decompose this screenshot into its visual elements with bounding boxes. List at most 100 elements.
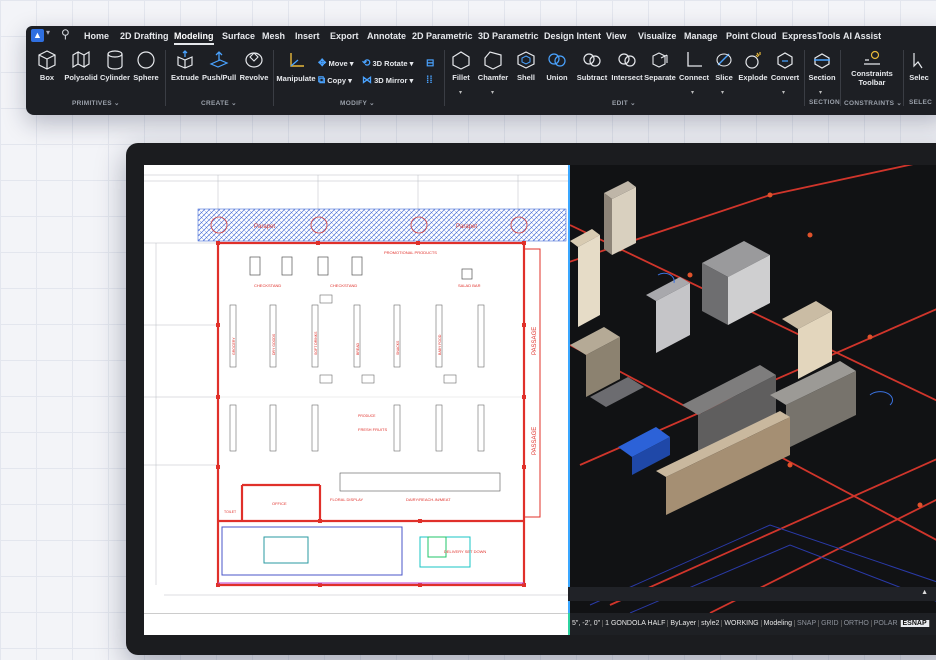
3d-model-render [559, 165, 936, 614]
tab-insert[interactable]: Insert [295, 31, 320, 41]
dairy-label: DAIRY/REACH-IN/MEAT [406, 497, 451, 502]
copy-icon: ⧉ [318, 75, 326, 86]
grid-toggle[interactable]: GRID [819, 620, 842, 627]
passage-label-1: PASSAGE [532, 327, 538, 355]
tab-home[interactable]: Home [84, 31, 109, 41]
polysolid-icon [72, 50, 90, 69]
explode-button[interactable]: Explode [737, 49, 769, 82]
align-button[interactable]: ⊟ [426, 58, 434, 69]
slice-icon [716, 53, 732, 67]
revolve-label: Revolve [239, 73, 269, 82]
sphere-button[interactable]: Sphere [132, 49, 160, 82]
fillet-dropdown-icon[interactable]: ▾ [459, 89, 462, 96]
slice-dropdown-icon[interactable]: ▾ [721, 89, 724, 96]
snap-toggle[interactable]: SNAP [795, 620, 820, 627]
box-label: Box [39, 73, 55, 82]
constraints-toolbar-button[interactable]: Constraints Toolbar [843, 49, 901, 87]
tab-surface[interactable]: Surface [222, 31, 255, 41]
tab-design-intent[interactable]: Design Intent [544, 31, 601, 41]
separate-label: Separate [644, 73, 676, 82]
intersect-label: Intersect [611, 73, 643, 82]
section-dropdown-icon[interactable]: ▾ [819, 89, 822, 96]
ortho-toggle[interactable]: ORTHO [841, 620, 872, 627]
revolve-button[interactable]: Revolve [238, 49, 270, 82]
constraints-label-2: Toolbar [858, 78, 886, 87]
tab-export[interactable]: Export [330, 31, 359, 41]
color-field[interactable]: ByLayer [668, 620, 700, 627]
select-button[interactable]: Selec [906, 49, 932, 82]
chamfer-icon [484, 51, 502, 70]
shell-button[interactable]: Shell [512, 49, 540, 82]
tab-2d-drafting[interactable]: 2D Drafting [120, 31, 169, 41]
separator [273, 50, 274, 106]
subtract-button[interactable]: Subtract [574, 49, 610, 82]
manipulate-button[interactable]: Manipulate [276, 50, 316, 83]
group-select-label: SELEC [909, 99, 933, 106]
tab-manage[interactable]: Manage [684, 31, 718, 41]
app-menu-button[interactable]: ▲ [31, 29, 44, 42]
intersect-button[interactable]: Intersect [610, 49, 644, 82]
workspace-field[interactable]: Modeling [761, 620, 796, 627]
ribbon: ▲ ▾ ⚲ Home 2D Drafting Modeling Surface … [26, 26, 936, 115]
union-button[interactable]: Union [543, 49, 571, 82]
tab-point-cloud[interactable]: Point Cloud [726, 31, 777, 41]
svg-text:BABY FOOD: BABY FOOD [438, 334, 442, 355]
style-field[interactable]: style2 [699, 620, 723, 627]
status-bar: 5", -2', 0" 1 GONDOLA HALF ByLayer style2 WO… [568, 613, 936, 635]
convert-button[interactable]: Convert [769, 49, 801, 82]
tab-3d-parametric[interactable]: 3D Parametric [478, 31, 539, 41]
chevron-down-icon[interactable]: ▾ [46, 28, 50, 37]
tab-2d-parametric[interactable]: 2D Parametric [412, 31, 473, 41]
connect-button[interactable]: Connect [678, 49, 710, 82]
box-button[interactable]: Box [35, 49, 59, 82]
layer-field[interactable]: 1 GONDOLA HALF [603, 620, 669, 627]
tab-modeling[interactable]: Modeling [174, 31, 214, 45]
3d-model-viewport[interactable] [559, 165, 936, 614]
tab-view[interactable]: View [606, 31, 626, 41]
union-icon [548, 53, 566, 67]
floor-plan-viewport[interactable]: Parapet Parapet PASSAGE PASSAGE CHECKSTA… [144, 165, 568, 613]
convert-dropdown-icon[interactable]: ▾ [782, 89, 785, 96]
search-icon[interactable]: ⚲ [61, 27, 70, 41]
rotate3d-button[interactable]: ⟲ 3D Rotate ▾ [362, 58, 413, 69]
esnap-toggle[interactable]: ESNAP [900, 620, 930, 627]
scroll-up-icon[interactable]: ▲ [921, 589, 928, 596]
state-field[interactable]: WORKING [722, 620, 762, 627]
tab-visualize[interactable]: Visualize [638, 31, 676, 41]
tab-ai-assist[interactable]: AI Assist [843, 31, 881, 41]
extrude-button[interactable]: Extrude [169, 49, 201, 82]
pushpull-button[interactable]: Push/Pull [202, 49, 236, 82]
move-button[interactable]: ✥ Move ▾ [318, 58, 354, 69]
polar-toggle[interactable]: POLAR [871, 620, 901, 627]
drawing-scrollbar[interactable] [144, 613, 568, 635]
group-section: SECTION [809, 99, 840, 106]
chamfer-button[interactable]: Chamfer [477, 49, 509, 82]
slice-button[interactable]: Slice [712, 49, 736, 82]
separate-button[interactable]: Separate [643, 49, 677, 82]
section-button[interactable]: Section [806, 49, 838, 82]
ribbon-tabbar: ▲ ▾ ⚲ Home 2D Drafting Modeling Surface … [26, 26, 936, 46]
tab-mesh[interactable]: Mesh [262, 31, 285, 41]
select-icon [913, 53, 923, 69]
fillet-label: Fillet [452, 73, 470, 82]
fillet-icon [452, 51, 470, 70]
constraints-icon [864, 50, 880, 65]
shell-icon [517, 51, 535, 69]
tab-expresstools[interactable]: ExpressTools [782, 31, 840, 41]
chamfer-dropdown-icon[interactable]: ▾ [491, 89, 494, 96]
fillet-button[interactable]: Fillet [448, 49, 474, 82]
connect-dropdown-icon[interactable]: ▾ [691, 89, 694, 96]
group-section-label: SECTION [809, 99, 840, 106]
cylinder-button[interactable]: Cylinder [100, 49, 130, 82]
copy-button[interactable]: ⧉ Copy ▾ [318, 75, 352, 86]
rotate3d-icon: ⟲ [362, 58, 371, 69]
tablet-frame: Parapet Parapet PASSAGE PASSAGE CHECKSTA… [126, 143, 936, 655]
polysolid-button[interactable]: Polysolid [64, 49, 98, 82]
array-button[interactable]: ⁞⁞ [426, 75, 433, 86]
fresh-fruits-label: FRESH FRUITS [358, 427, 387, 432]
group-constraints-label: CONSTRAINTS [844, 100, 895, 107]
mirror3d-button[interactable]: ⋈ 3D Mirror ▾ [362, 75, 413, 86]
tab-annotate[interactable]: Annotate [367, 31, 406, 41]
checkstand-label-1: CHECKSTAND [254, 283, 281, 288]
model-scrollbar[interactable] [568, 587, 936, 601]
